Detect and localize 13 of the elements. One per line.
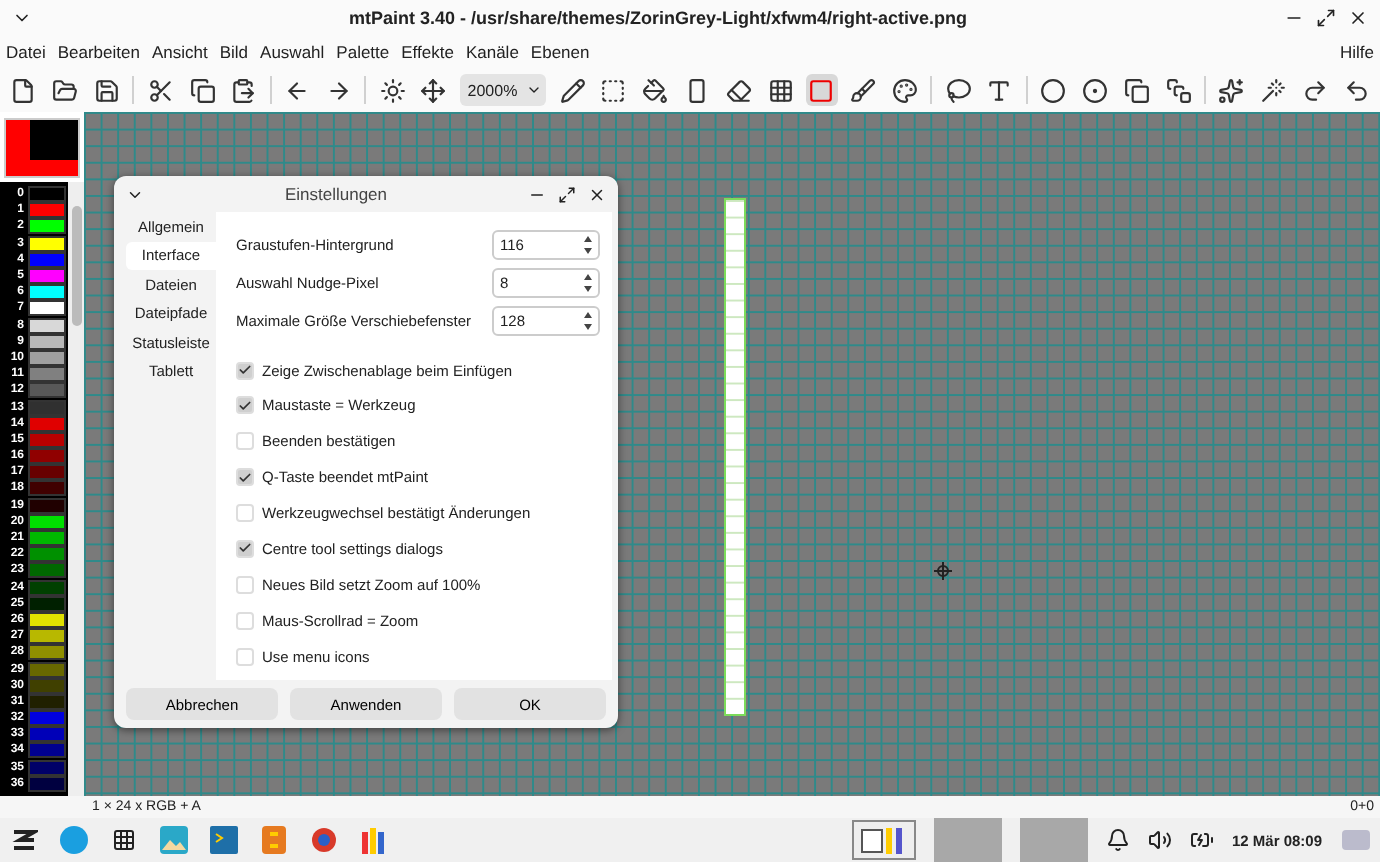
menu-item[interactable]: Ansicht (151, 42, 208, 62)
zoom-combo[interactable]: 2000% (459, 74, 547, 106)
menu-item[interactable]: Auswahl (260, 42, 325, 62)
menu-item[interactable]: Kanäle (465, 42, 519, 62)
menu-item[interactable]: Bearbeiten (57, 42, 140, 62)
menu-item[interactable]: Effekte (401, 42, 454, 62)
menu-item[interactable]: Palette (336, 42, 390, 62)
menu-item[interactable]: Datei (6, 42, 46, 62)
help-menu[interactable]: Hilfe (1339, 42, 1374, 62)
menu-item[interactable]: Ebenen (530, 42, 590, 62)
dialog-title: Einstellungen (282, 184, 390, 204)
window-title: mtPaint 3.40 - /usr/share/themes/ZorinGrey-Light/xfwm4/right-active.png (346, 8, 970, 28)
menu-item[interactable]: Bild (219, 42, 249, 62)
